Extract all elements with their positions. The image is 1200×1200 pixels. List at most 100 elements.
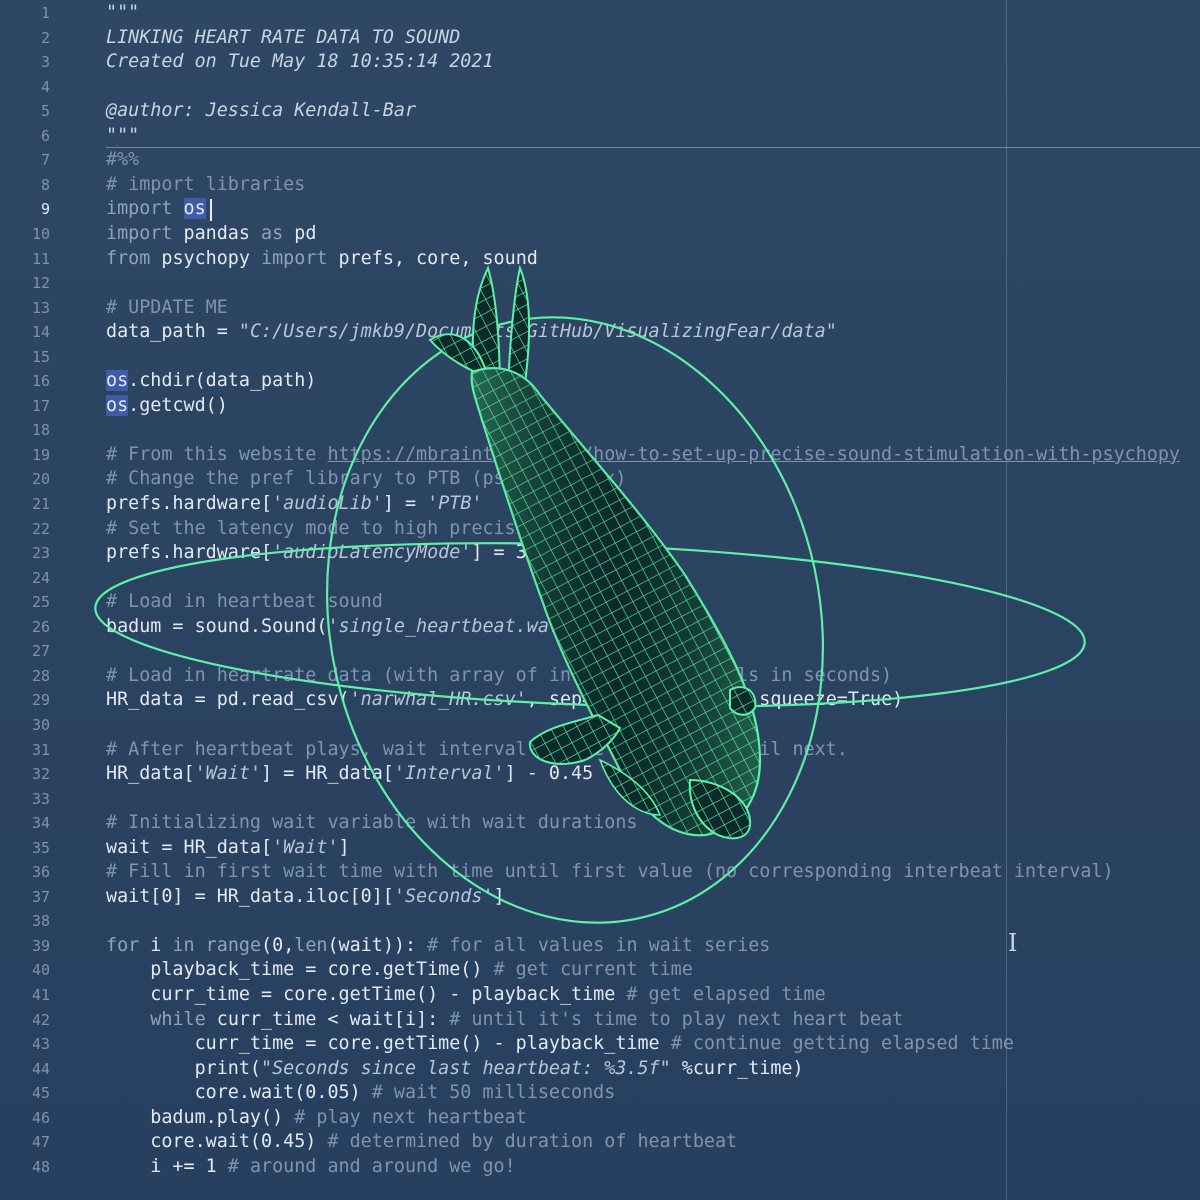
code-token: psychopy	[150, 247, 262, 269]
code-line[interactable]: # Load in heartbeat sound	[106, 590, 383, 615]
code-line[interactable]: wait = HR_data['Wait']	[106, 836, 350, 861]
code-token: import	[106, 198, 173, 220]
code-token: # After heartbeat plays, wait interval b…	[106, 738, 848, 760]
code-line[interactable]: Created on Tue May 18 10:35:14 2021	[106, 50, 494, 75]
code-line[interactable]: HR_data = pd.read_csv('narwhal_HR.csv', …	[106, 688, 903, 713]
code-token: core.wait(0.05)	[106, 1082, 372, 1104]
code-line[interactable]: core.wait(0.45) # determined by duration…	[106, 1130, 737, 1155]
code-token: )	[571, 615, 583, 637]
code-token: for	[106, 934, 140, 956]
code-area[interactable]: """ LINKING HEART RATE DATA TO SOUND Creat…	[0, 0, 1200, 1200]
code-token: LINKING HEART RATE DATA TO SOUND	[106, 26, 461, 48]
code-line[interactable]: prefs.hardware['audioLib'] = 'PTB'	[106, 492, 483, 517]
code-token: # play next heartbeat	[294, 1106, 527, 1128]
code-line[interactable]: # Set the latency mode to high precision	[106, 517, 549, 542]
code-line[interactable]: os.chdir(data_path)	[106, 369, 316, 394]
code-token: # import libraries	[106, 173, 306, 195]
code-token: (0,	[261, 934, 295, 956]
code-line[interactable]: prefs.hardware['audioLatencyMode'] = 3	[106, 541, 527, 566]
cell-divider	[106, 147, 1200, 148]
code-token: .chdir(data_path)	[128, 370, 317, 392]
code-line[interactable]: wait[0] = HR_data.iloc[0]['Seconds']	[106, 885, 505, 910]
code-token: HR_data = pd.read_csv(	[106, 689, 350, 711]
code-token: %curr_time)	[670, 1057, 804, 1079]
code-line[interactable]: curr_time = core.getTime() - playback_ti…	[106, 983, 826, 1008]
code-token: # Load in heartbeat sound	[106, 591, 383, 613]
code-token: 'single_heartbeat.wav'	[327, 615, 572, 637]
code-line[interactable]: # Load in heartrate data (with array of …	[106, 664, 892, 689]
code-line[interactable]: import os	[106, 197, 206, 222]
code-line[interactable]: i += 1 # around and around we go!	[106, 1155, 515, 1180]
code-token: curr_time = core.getTime() - playback_ti…	[106, 1033, 671, 1055]
code-token: as	[261, 222, 284, 244]
code-token: i += 1	[106, 1155, 228, 1177]
edge-guide-line	[1006, 0, 1007, 1200]
code-token: pd	[283, 222, 317, 244]
code-line[interactable]: print("Seconds since last heartbeat: %3.…	[106, 1057, 804, 1082]
code-line[interactable]: from psychopy import prefs, core, sound	[106, 247, 538, 272]
code-token: # From this website	[106, 443, 328, 465]
code-line[interactable]: LINKING HEART RATE DATA TO SOUND	[106, 26, 460, 51]
code-line[interactable]: # Fill in first wait time with time unti…	[106, 860, 1114, 885]
code-token: # UPDATE ME	[106, 296, 228, 318]
code-token: badum = sound.Sound(	[106, 615, 328, 637]
code-token: prefs.hardware[	[106, 493, 273, 514]
code-line[interactable]: """	[106, 124, 139, 149]
code-token: # wait 50 milliseconds	[371, 1082, 616, 1104]
code-line[interactable]: #%%	[106, 148, 139, 173]
code-line[interactable]: # import libraries	[106, 173, 305, 198]
code-line[interactable]: # After heartbeat plays, wait interval b…	[106, 738, 848, 763]
code-token: #%%	[106, 149, 140, 171]
code-line[interactable]: """	[106, 1, 139, 26]
code-line[interactable]: HR_data['Wait'] = HR_data['Interval'] - …	[106, 762, 593, 787]
code-token: # Load in heartrate data (with array of …	[106, 664, 893, 686]
code-line[interactable]: playback_time = core.getTime() # get cur…	[106, 958, 693, 983]
code-line[interactable]: badum.play() # play next heartbeat	[106, 1106, 527, 1131]
code-token: data_path =	[106, 321, 239, 343]
code-line[interactable]: # UPDATE ME	[106, 296, 228, 321]
code-line[interactable]: # Change the pref library to PTB (psycht…	[106, 467, 626, 492]
code-line[interactable]: os.getcwd()	[106, 394, 228, 419]
code-line[interactable]: curr_time = core.getTime() - playback_ti…	[106, 1032, 1014, 1057]
code-token: 'Seconds'	[393, 885, 494, 907]
code-token: """	[106, 124, 140, 146]
code-token: os	[106, 394, 129, 416]
code-token: badum.play()	[106, 1106, 295, 1128]
code-token: 'audioLatencyMode'	[272, 542, 472, 564]
code-line[interactable]: # Initializing wait variable with wait d…	[106, 811, 637, 836]
code-editor[interactable]: 1 2 3 4 5 6 7 8 9 10 11 12 13 14 15 16 17 18 19 20 21 22 23 24 2…	[0, 0, 1200, 1200]
code-token: in	[172, 934, 195, 956]
code-token: # get elapsed time	[626, 984, 826, 1005]
code-token: # determined by duration of heartbeat	[327, 1131, 738, 1153]
code-line[interactable]: @author: Jessica Kendall-Bar	[106, 99, 416, 124]
code-token: 'PTB'	[427, 493, 483, 514]
code-line[interactable]: import pandas as pd	[106, 222, 316, 247]
code-token: # Initializing wait variable with wait d…	[106, 812, 638, 834]
code-token: import	[261, 247, 328, 269]
code-line[interactable]: badum = sound.Sound('single_heartbeat.wa…	[106, 615, 582, 640]
code-token: import	[106, 222, 173, 244]
code-token: Created on Tue May 18 10:35:14 2021	[106, 51, 494, 73]
code-token: ]	[493, 885, 505, 907]
code-token: ] =	[382, 493, 428, 514]
code-line[interactable]: # From this website https://mbraintrain.…	[106, 443, 1180, 468]
code-line[interactable]: data_path = "C:/Users/jmkb9/Documents/Gi…	[106, 320, 837, 345]
code-token: playback_time = core.getTime()	[106, 959, 494, 981]
code-line[interactable]: core.wait(0.05) # wait 50 milliseconds	[106, 1081, 616, 1106]
code-token: , sep=	[526, 689, 594, 711]
code-token: # Fill in first wait time with time unti…	[106, 861, 1114, 883]
code-token: # until it's time to play next heart bea…	[449, 1008, 904, 1030]
code-token: 'narwhal_HR.csv'	[349, 689, 527, 711]
code-token: os	[183, 198, 206, 220]
code-line[interactable]: while curr_time < wait[i]: # until it's …	[106, 1008, 903, 1033]
code-token: len	[294, 934, 328, 956]
code-token: 'Wait'	[194, 763, 262, 785]
code-token: core.wait(0.45)	[106, 1131, 328, 1153]
code-token: print(	[106, 1057, 262, 1079]
i-beam-cursor-icon: I	[1008, 929, 1018, 957]
code-line[interactable]: for i in range(0,len(wait)): # for all v…	[106, 934, 770, 959]
code-token: 'audioLib'	[272, 493, 383, 514]
